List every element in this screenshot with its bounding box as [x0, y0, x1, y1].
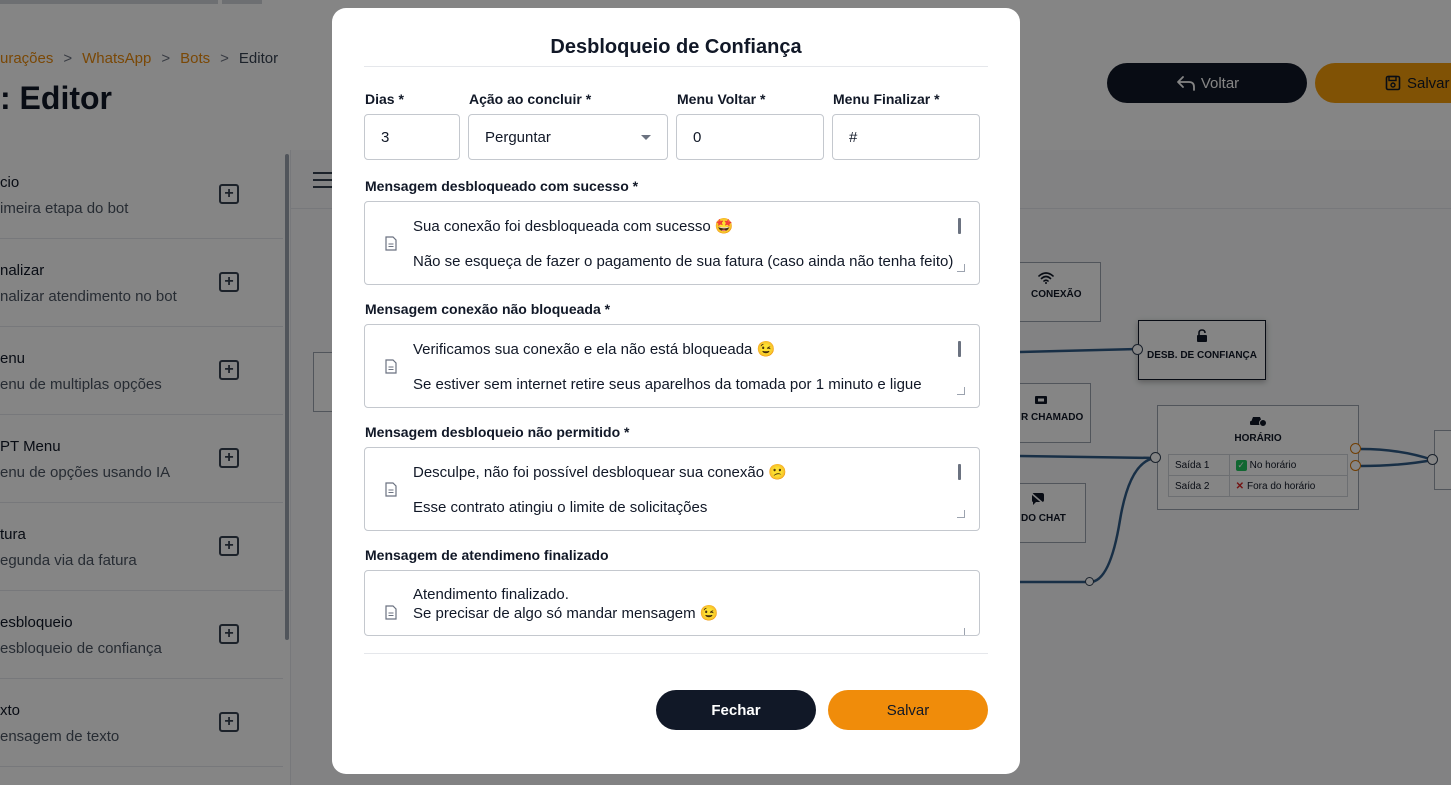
divider: [364, 653, 988, 654]
menu-finish-label: Menu Finalizar *: [833, 91, 940, 107]
caret-down-icon: [641, 135, 651, 140]
resize-handle-icon[interactable]: [957, 628, 965, 635]
close-button-label: Fechar: [711, 701, 761, 719]
document-icon: [385, 359, 397, 374]
menu-back-value: 0: [693, 128, 702, 146]
close-button[interactable]: Fechar: [656, 690, 816, 730]
save-dialog-button[interactable]: Salvar: [828, 690, 988, 730]
textarea-scrollbar[interactable]: [958, 218, 961, 234]
textarea-scrollbar[interactable]: [958, 341, 961, 357]
textarea-line: Atendimento finalizado.: [413, 586, 569, 603]
menu-finish-value: #: [849, 128, 858, 146]
menu-back-input[interactable]: 0: [676, 114, 824, 160]
document-icon: [385, 605, 397, 620]
document-icon: [385, 236, 397, 251]
menu-back-label: Menu Voltar *: [677, 91, 766, 107]
textarea-scrollbar[interactable]: [958, 464, 961, 480]
not-allowed-message-textarea[interactable]: Desculpe, não foi possível desbloquear s…: [364, 447, 980, 531]
textarea-line: Sua conexão foi desbloqueada com sucesso…: [413, 218, 734, 235]
action-select[interactable]: Perguntar: [468, 114, 668, 160]
textarea-line: Não se esqueça de fazer o pagamento de s…: [413, 253, 954, 270]
resize-handle-icon[interactable]: [957, 387, 965, 395]
action-label: Ação ao concluir *: [469, 91, 592, 107]
menu-finish-input[interactable]: #: [832, 114, 980, 160]
finished-message-label: Mensagem de atendimeno finalizado: [365, 547, 609, 563]
textarea-line: Se precisar de algo só mandar mensagem 😉: [413, 605, 719, 622]
textarea-line: Desculpe, não foi possível desbloquear s…: [413, 464, 787, 481]
resize-handle-icon[interactable]: [957, 264, 965, 272]
action-select-value: Perguntar: [485, 128, 551, 146]
finished-message-textarea[interactable]: Atendimento finalizado. Se precisar de a…: [364, 570, 980, 636]
days-input[interactable]: 3: [364, 114, 460, 160]
not-blocked-message-textarea[interactable]: Verificamos sua conexão e ela não está b…: [364, 324, 980, 408]
not-allowed-message-label: Mensagem desbloqueio não permitido *: [365, 424, 630, 440]
not-blocked-message-label: Mensagem conexão não bloqueada *: [365, 301, 611, 317]
success-message-textarea[interactable]: Sua conexão foi desbloqueada com sucesso…: [364, 201, 980, 285]
trust-unlock-dialog: Desbloqueio de Confiança Dias * Ação ao …: [332, 8, 1020, 774]
document-icon: [385, 482, 397, 497]
textarea-line: Verificamos sua conexão e ela não está b…: [413, 341, 776, 358]
success-message-label: Mensagem desbloqueado com sucesso *: [365, 178, 639, 194]
textarea-line: Esse contrato atingiu o limite de solici…: [413, 499, 708, 516]
save-dialog-button-label: Salvar: [886, 701, 930, 719]
divider: [364, 66, 988, 67]
days-value: 3: [381, 128, 390, 146]
days-label: Dias *: [365, 91, 404, 107]
textarea-line: Se estiver sem internet retire seus apar…: [413, 376, 922, 393]
dialog-title: Desbloqueio de Confiança: [550, 36, 802, 58]
resize-handle-icon[interactable]: [957, 510, 965, 518]
